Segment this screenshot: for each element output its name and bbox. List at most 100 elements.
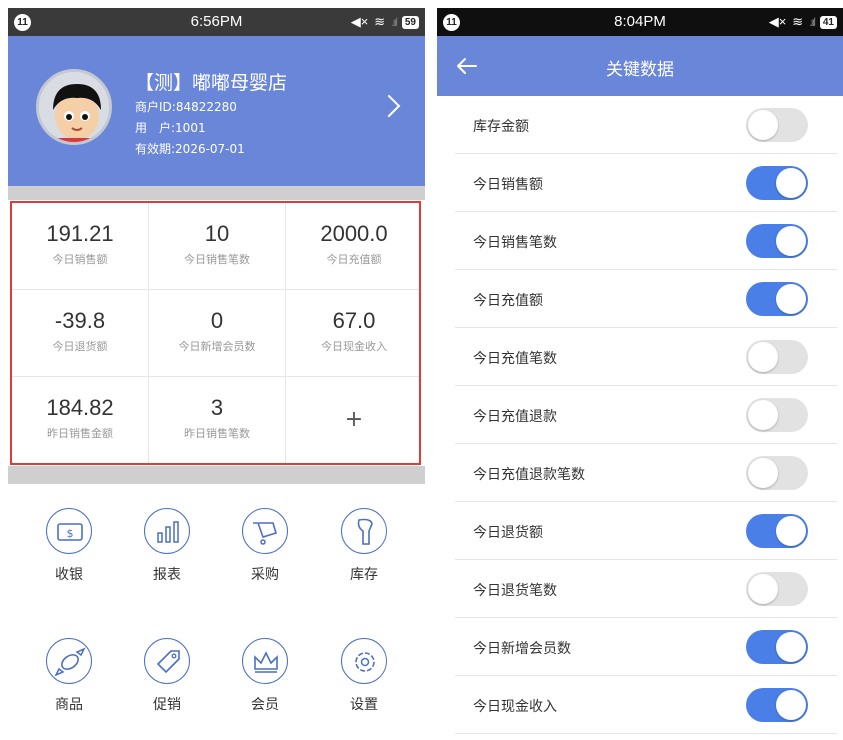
- row-label: 今日充值笔数: [473, 351, 557, 367]
- menu-reports[interactable]: 报表: [127, 508, 207, 584]
- stat-label: 今日充值额: [326, 253, 382, 266]
- stat-label: 今日现金收入: [321, 340, 387, 353]
- menu-label: 促销: [153, 697, 181, 713]
- menu-label: 采购: [251, 567, 279, 583]
- row-label: 库存金额: [473, 119, 529, 135]
- signal-icon: .ııl: [809, 15, 816, 29]
- stat-today-sales[interactable]: 191.21 今日销售额: [12, 203, 148, 289]
- profile-header[interactable]: 【测】嘟嘟母婴店 商户ID:84822280 用 户:1001 有效期:2026…: [8, 36, 425, 186]
- avatar-image-icon: [39, 72, 109, 142]
- list-item-today-returns: 今日退货额: [455, 502, 837, 560]
- list-item-today-cash-income: 今日现金收入: [455, 676, 837, 734]
- list-item-today-recharge: 今日充值额: [455, 270, 837, 328]
- cash-icon: $: [46, 508, 92, 554]
- row-label: 今日销售额: [473, 177, 543, 193]
- signal-icon: .ııl: [391, 15, 398, 29]
- stat-value: 191.21: [46, 221, 114, 246]
- chevron-right-icon[interactable]: [377, 94, 401, 118]
- menu-label: 会员: [251, 697, 279, 713]
- stat-label: 昨日销售金额: [47, 427, 113, 440]
- menu-label: 商品: [55, 697, 83, 713]
- toggle-switch[interactable]: [746, 166, 808, 200]
- menu-label: 设置: [350, 697, 378, 713]
- list-item-today-sales-count: 今日销售笔数: [455, 212, 837, 270]
- svg-text:$: $: [67, 527, 74, 540]
- home-screen: 11 6:56PM ◀× ≋ .ııl 59 【测】嘟嘟母婴店 商户ID:848…: [8, 0, 425, 740]
- stat-label: 今日新增会员数: [178, 340, 256, 353]
- user-account: 用 户:1001: [135, 121, 206, 135]
- stat-value: 3: [210, 395, 224, 420]
- stat-label: 今日销售笔数: [184, 253, 250, 266]
- toggle-switch[interactable]: [746, 688, 808, 722]
- list-item-today-recharge-refund: 今日充值退款: [455, 386, 837, 444]
- avatar: [36, 69, 112, 145]
- toggle-switch[interactable]: [746, 456, 808, 490]
- stat-yesterday-sales-count[interactable]: 3 昨日销售笔数: [149, 377, 285, 463]
- key-data-settings-screen: 11 8:04PM ◀× ≋ .ııl 41 关键数据 库存金额 今日销售额 今…: [437, 0, 843, 740]
- list-item-today-return-count: 今日退货笔数: [455, 560, 837, 618]
- shop-name: 【测】嘟嘟母婴店: [135, 72, 288, 94]
- candy-icon: [46, 638, 92, 684]
- list-item-today-sales: 今日销售额: [455, 154, 837, 212]
- menu-settings[interactable]: 设置: [324, 638, 404, 714]
- menu-inventory[interactable]: 库存: [324, 508, 404, 584]
- page-title: 关键数据: [606, 60, 674, 80]
- menu-label: 库存: [350, 567, 378, 583]
- stat-value: 0: [210, 308, 224, 333]
- merchant-id: 商户ID:84822280: [135, 100, 237, 114]
- menu-members[interactable]: 会员: [225, 638, 305, 714]
- status-icons: ◀× ≋ .ııl 41: [769, 14, 837, 30]
- row-label: 今日销售笔数: [473, 235, 557, 251]
- menu-cashier[interactable]: $ 收银: [29, 508, 109, 584]
- app-header: 关键数据: [437, 36, 843, 96]
- menu-products[interactable]: 商品: [29, 638, 109, 714]
- status-bar: 11 6:56PM ◀× ≋ .ııl 59: [8, 8, 425, 36]
- add-stat-button[interactable]: +: [286, 377, 422, 463]
- stat-label: 今日销售额: [52, 253, 108, 266]
- row-label: 今日充值额: [473, 293, 543, 309]
- divider-band: [8, 466, 425, 484]
- row-label: 今日退货笔数: [473, 583, 557, 599]
- stat-today-returns[interactable]: -39.8 今日退货额: [12, 290, 148, 376]
- battery-icon: 59: [401, 15, 419, 29]
- stat-yesterday-sales[interactable]: 184.82 昨日销售金额: [12, 377, 148, 463]
- tag-icon: [144, 638, 190, 684]
- toggle-switch[interactable]: [746, 224, 808, 258]
- row-label: 今日退货额: [473, 525, 543, 541]
- scanner-icon: [341, 508, 387, 554]
- list-item-today-recharge-count: 今日充值笔数: [455, 328, 837, 386]
- gear-icon: [341, 638, 387, 684]
- row-label: 今日充值退款笔数: [473, 467, 585, 483]
- crown-icon: [242, 638, 288, 684]
- stat-today-cash-income[interactable]: 67.0 今日现金收入: [286, 290, 422, 376]
- list-item-today-recharge-refund-count: 今日充值退款笔数: [455, 444, 837, 502]
- toggle-switch[interactable]: [746, 282, 808, 316]
- toggle-switch[interactable]: [746, 630, 808, 664]
- menu-purchase[interactable]: 采购: [225, 508, 305, 584]
- stat-value: 67.0: [332, 308, 376, 333]
- stat-today-new-members[interactable]: 0 今日新增会员数: [149, 290, 285, 376]
- wifi-icon: ≋: [792, 14, 804, 29]
- toggle-switch[interactable]: [746, 340, 808, 374]
- status-bar: 11 8:04PM ◀× ≋ .ııl 41: [437, 8, 843, 36]
- toggle-switch[interactable]: [746, 398, 808, 432]
- toggle-switch[interactable]: [746, 514, 808, 548]
- mute-icon: ◀×: [768, 14, 787, 29]
- list-item-inventory-value: 库存金额: [455, 96, 837, 154]
- menu-label: 报表: [153, 567, 181, 583]
- row-label: 今日充值退款: [473, 409, 557, 425]
- stat-value: 184.82: [46, 395, 114, 420]
- stat-today-recharge[interactable]: 2000.0 今日充值额: [286, 203, 422, 289]
- toggle-switch[interactable]: [746, 108, 808, 142]
- wifi-icon: ≋: [374, 14, 386, 29]
- toggle-switch[interactable]: [746, 572, 808, 606]
- stat-value: 2000.0: [320, 221, 388, 246]
- valid-until: 有效期:2026-07-01: [135, 142, 245, 156]
- stat-value: -39.8: [54, 308, 106, 333]
- stat-label: 今日退货额: [52, 340, 108, 353]
- menu-promotions[interactable]: 促销: [127, 638, 207, 714]
- cart-icon: [242, 508, 288, 554]
- stat-today-sales-count[interactable]: 10 今日销售笔数: [149, 203, 285, 289]
- list-item-today-new-members: 今日新增会员数: [455, 618, 837, 676]
- row-label: 今日现金收入: [473, 699, 557, 715]
